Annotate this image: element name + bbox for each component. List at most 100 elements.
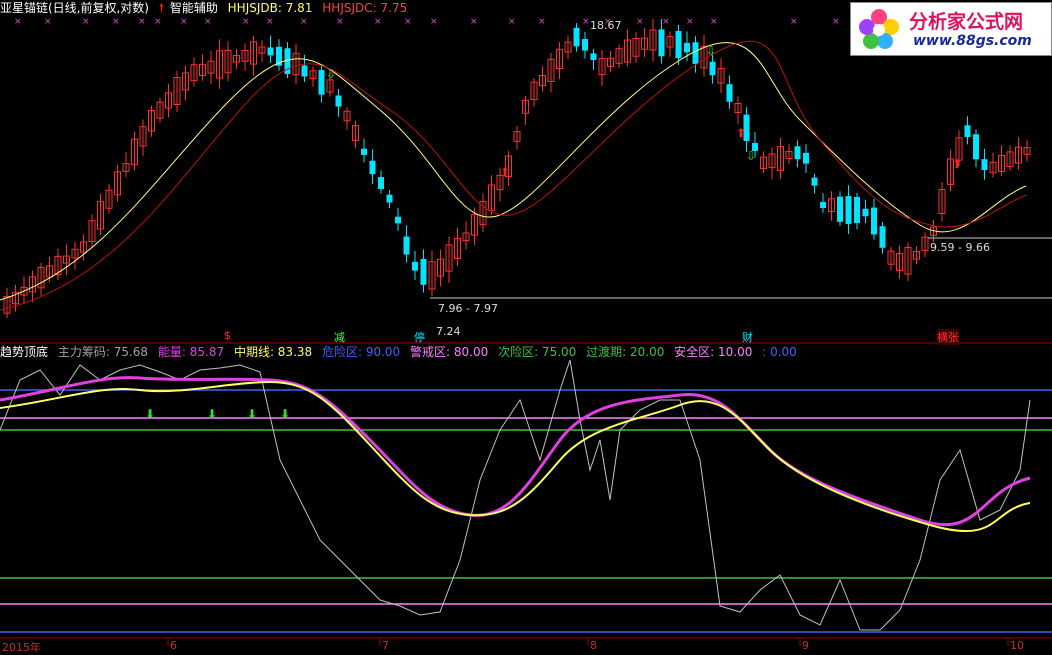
midline-value: 中期线: 83.38 [233,345,313,359]
cross-marker-icon: × [582,17,590,27]
flower-logo-icon [859,9,899,49]
candle-down [420,258,427,285]
midline-line [0,380,1031,533]
signal-label-stop: 停 [414,331,425,344]
candle-down [879,226,886,248]
cross-marker-icon: × [14,17,22,27]
ma-fast-line [0,42,1027,301]
cross-marker-icon: × [82,17,90,27]
time-label-7: 7 [382,639,389,652]
cross-marker-icon: × [538,17,546,27]
candle-down [692,42,699,64]
danger-zone-value: 危险区: 90.00 [321,345,401,359]
main-chip-value: 主力筹码: 75.68 [57,345,149,359]
candle-down [675,30,682,59]
red-up-arrow-icon: ⬆ [952,157,962,171]
signal-label-horizontal: 横张 [937,329,959,345]
candle-down [871,207,877,235]
alert-zone-value: 警戒区: 80.00 [410,345,489,359]
upper-header: 亚星锚链(日线,前复权,对数) 🠕 智能辅助 HHJSJDB: 7.81 HHJ… [0,1,413,15]
oscillator-title[interactable]: 趋势顶底 [0,345,48,359]
cross-marker-icon: × [686,17,694,27]
site-logo: 分析家公式网 www.88gs.com [850,2,1052,56]
candle-down [412,261,418,271]
time-label-10: 10 [1010,639,1024,652]
green-hollow-arrow-icon: ⇩ [706,44,716,58]
candle-down [862,208,869,217]
candle-down [590,53,597,61]
candle-down [981,159,988,171]
candle-down [318,70,325,95]
oscillator-lines [0,359,1052,633]
cross-marker-icon: × [430,17,438,27]
cross-marker-icon: × [180,17,188,27]
candle-down [964,125,971,137]
cross-marker-icon: × [508,17,516,27]
signal-label-reduce: 减 [334,331,345,344]
candle-down [726,84,733,102]
stock-name: 亚星锚链(日线,前复权,对数) [0,1,149,15]
candle-down [854,196,860,224]
signal-markers: ⬇ ⬇ ⬇ ⬇⬆⬆⬆⇩⇩⇩× × × × × × × × × × × × × × × × × × × × × × × × × × [14,17,962,421]
cross-marker-icon: × [662,17,670,27]
stock-chart[interactable]: ⬇ ⬇ ⬇ ⬇⬆⬆⬆⇩⇩⇩× × × × × × × × × × × × × × × × × × × × × × × × × × [0,0,1052,652]
candle-down [301,65,308,77]
time-label-6: 6 [170,639,177,652]
candlestick-series [3,18,1031,319]
candle-down [820,201,826,209]
moving-average-lines [0,40,1027,311]
signal-label-wealth: 财 [742,331,753,344]
ma-slow-line [0,40,1027,311]
sub-danger-value: 次险区: 75.00 [498,345,577,359]
cross-marker-icon: × [242,17,250,27]
hhjsjdc-value: HHJSJDC: 7.75 [322,1,408,15]
cross-marker-icon: × [204,17,212,27]
indicator-name[interactable]: 智能辅助 [170,1,218,15]
safe-zone-value: 安全区: 10.00 [674,345,753,359]
right-range-label: 9.59 - 9.66 [930,241,990,254]
energy-line [0,376,1031,527]
lower-header: 趋势顶底 主力筹码: 75.68 能量: 85.87 中期线: 83.38 危险… [0,345,803,359]
candle-down [794,146,801,160]
cross-marker-icon: × [710,17,718,27]
high-price-label: 18.67 [590,19,622,32]
cross-marker-icon: × [336,17,344,27]
candle-down [378,177,384,189]
candle-down [369,160,376,175]
cross-marker-icon: × [44,17,52,27]
main-chip-line [0,359,1031,631]
green-down-arrow-icon: ⬇ [145,407,155,421]
time-label-9: 9 [802,639,809,652]
candle-down [837,196,843,222]
transition-value: 过渡期: 20.00 [586,345,665,359]
cross-marker-icon: × [790,17,798,27]
candle-down [335,95,342,107]
candle-down [803,152,809,164]
candle-down [386,194,393,203]
candle-down [403,236,410,255]
energy-value: 能量: 85.87 [157,345,225,359]
extra-value: : 0.00 [762,345,797,359]
cross-marker-icon: × [266,17,274,27]
red-up-arrow-icon: ⬆ [500,165,510,179]
candle-down [395,216,401,224]
candle-down [267,47,274,56]
cross-marker-icon: × [154,17,162,27]
cross-marker-icon: × [832,17,840,27]
green-down-arrow-icon: ⬇ [280,407,290,421]
candle-down [845,196,852,224]
low-price-label: 7.24 [436,325,461,338]
time-label-8: 8 [590,639,597,652]
candle-down [811,177,818,186]
red-up-arrow-icon: 🠕 [158,1,164,15]
green-hollow-arrow-icon: ⇩ [746,149,756,163]
candle-down [573,27,580,47]
candle-down [684,42,690,53]
low-range-label: 7.96 - 7.97 [438,302,498,315]
green-down-arrow-icon: ⬇ [247,407,257,421]
green-down-arrow-icon: ⬇ [207,407,217,421]
candle-down [582,39,588,51]
green-hollow-arrow-icon: ⇩ [326,67,336,81]
cross-marker-icon: × [112,17,120,27]
candle-down [973,134,979,160]
